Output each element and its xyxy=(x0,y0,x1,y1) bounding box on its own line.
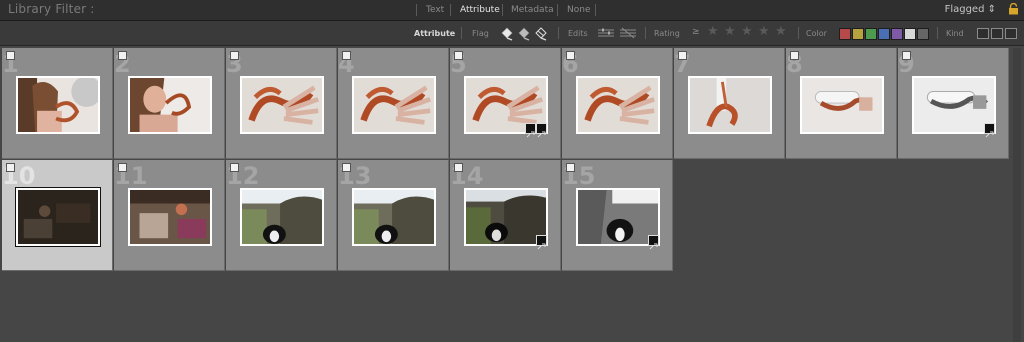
thumbnail-image[interactable] xyxy=(128,188,212,246)
edited-badge-icon xyxy=(984,123,995,138)
grid-cell[interactable]: 12 xyxy=(226,160,337,271)
edited-badge-icon xyxy=(536,123,547,138)
thumbnail-image[interactable] xyxy=(16,76,100,134)
thumbnail-image[interactable] xyxy=(352,76,436,134)
library-filter-title: Library Filter : xyxy=(8,2,95,16)
grid-cell[interactable]: 7 xyxy=(674,48,785,159)
divider xyxy=(416,4,417,16)
thumbnail-image[interactable] xyxy=(240,76,324,134)
unedited-filter-icon[interactable] xyxy=(619,27,637,39)
cell-flag-checkbox[interactable] xyxy=(118,51,127,60)
kind-label: Kind xyxy=(946,29,964,38)
grid-cell[interactable]: 8 xyxy=(786,48,897,159)
cell-flag-checkbox[interactable] xyxy=(454,51,463,60)
rating-star-2[interactable]: ★ xyxy=(724,25,736,39)
grid-cell[interactable]: 6 xyxy=(562,48,673,159)
cell-flag-checkbox[interactable] xyxy=(342,163,351,172)
color-swatch-none[interactable] xyxy=(917,28,929,40)
kind-master-icon[interactable] xyxy=(977,28,989,39)
grid-cell[interactable]: 5 xyxy=(450,48,561,159)
attribute-label: Attribute xyxy=(414,29,456,38)
library-filter-bar: Library Filter : Text Attribute Metadata… xyxy=(0,0,1024,21)
flag-unflagged-icon[interactable] xyxy=(516,25,532,41)
cell-flag-checkbox[interactable] xyxy=(230,163,239,172)
thumbnail-image[interactable] xyxy=(576,76,660,134)
rating-star-5[interactable]: ★ xyxy=(775,25,787,39)
grid-cell[interactable]: 14 xyxy=(450,160,561,271)
grid-cell[interactable]: 2 xyxy=(114,48,225,159)
tab-attribute[interactable]: Attribute xyxy=(460,5,500,15)
edited-badge-icon xyxy=(536,235,547,250)
flag-pick-icon[interactable] xyxy=(499,25,515,41)
thumbnail-image[interactable] xyxy=(15,187,101,247)
grid-cell[interactable]: 13 xyxy=(338,160,449,271)
divider xyxy=(502,4,503,16)
scrollbar[interactable] xyxy=(1013,48,1021,342)
divider xyxy=(645,27,646,39)
kind-video-icon[interactable] xyxy=(1005,28,1017,39)
metadata-badge-icon xyxy=(525,123,536,138)
thumbnail-image[interactable] xyxy=(688,76,772,134)
filter-preset-dropdown[interactable]: Flagged ⇕ xyxy=(945,4,996,15)
rating-star-1[interactable]: ★ xyxy=(707,25,719,39)
color-swatch-other[interactable] xyxy=(904,28,916,40)
cell-flag-checkbox[interactable] xyxy=(118,163,127,172)
thumbnail-image[interactable] xyxy=(800,76,884,134)
edits-label: Edits xyxy=(568,29,588,38)
cell-flag-checkbox[interactable] xyxy=(566,163,575,172)
rating-label: Rating xyxy=(654,29,680,38)
thumbnail-grid: 1 2 3 4 5 6 7 8 9 10 11 12 13 14 15 xyxy=(2,48,1010,342)
thumbnail-image[interactable] xyxy=(240,188,324,246)
cell-flag-checkbox[interactable] xyxy=(566,51,575,60)
rating-star-4[interactable]: ★ xyxy=(758,25,770,39)
cell-flag-checkbox[interactable] xyxy=(342,51,351,60)
divider xyxy=(557,4,558,16)
cell-flag-checkbox[interactable] xyxy=(6,51,15,60)
color-swatch-blue[interactable] xyxy=(878,28,890,40)
color-label: Color xyxy=(806,29,827,38)
color-swatch-yellow[interactable] xyxy=(852,28,864,40)
cell-flag-checkbox[interactable] xyxy=(230,51,239,60)
cell-flag-checkbox[interactable] xyxy=(790,51,799,60)
divider xyxy=(595,4,596,16)
divider xyxy=(450,4,451,16)
divider xyxy=(937,27,938,39)
edited-badge-icon xyxy=(648,235,659,250)
rating-operator[interactable]: ≥ xyxy=(692,27,700,37)
tab-text[interactable]: Text xyxy=(426,5,444,15)
edited-filter-icon[interactable] xyxy=(597,27,615,39)
color-swatch-red[interactable] xyxy=(839,28,851,40)
rating-star-3[interactable]: ★ xyxy=(741,25,753,39)
cell-flag-checkbox[interactable] xyxy=(6,163,15,172)
cell-flag-checkbox[interactable] xyxy=(902,51,911,60)
cell-flag-checkbox[interactable] xyxy=(454,163,463,172)
grid-cell[interactable]: 15 xyxy=(562,160,673,271)
divider xyxy=(798,27,799,39)
attribute-filter-bar: Attribute Flag Edits Rating ≥ ★ ★ ★ ★ ★ … xyxy=(0,21,1024,46)
flag-rejected-icon[interactable] xyxy=(533,25,549,41)
thumbnail-image[interactable] xyxy=(352,188,436,246)
thumbnail-image[interactable] xyxy=(128,76,212,134)
cell-flag-checkbox[interactable] xyxy=(678,51,687,60)
color-swatch-green[interactable] xyxy=(865,28,877,40)
tab-none[interactable]: None xyxy=(567,5,590,15)
divider xyxy=(558,27,559,39)
grid-cell[interactable]: 10 xyxy=(2,160,113,271)
grid-cell[interactable]: 4 xyxy=(338,48,449,159)
grid-cell[interactable]: 1 xyxy=(2,48,113,159)
grid-cell[interactable]: 3 xyxy=(226,48,337,159)
tab-metadata[interactable]: Metadata xyxy=(511,5,554,15)
lock-icon[interactable] xyxy=(1008,3,1019,15)
grid-cell[interactable]: 11 xyxy=(114,160,225,271)
color-swatch-purple[interactable] xyxy=(891,28,903,40)
kind-virtual-copy-icon[interactable] xyxy=(991,28,1003,39)
divider xyxy=(461,27,462,39)
grid-cell[interactable]: 9 xyxy=(898,48,1009,159)
flag-label: Flag xyxy=(472,29,489,38)
